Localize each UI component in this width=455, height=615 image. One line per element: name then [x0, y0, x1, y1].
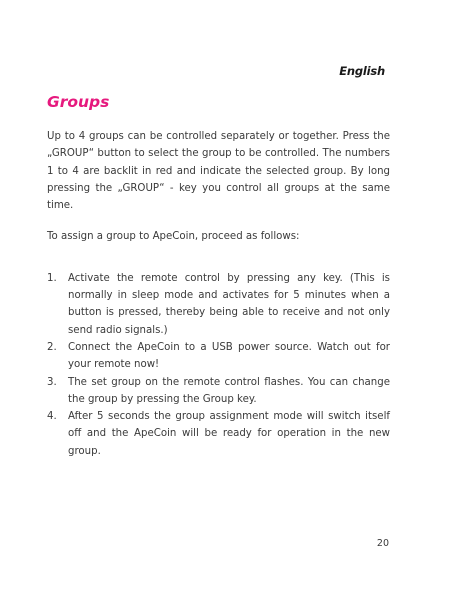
step-number: 2.	[47, 341, 57, 353]
step-text: Activate the remote control by pressing …	[68, 272, 390, 336]
list-item: 4. After 5 seconds the group assignment …	[47, 408, 390, 460]
list-item: 3. The set group on the remote control f…	[47, 374, 390, 409]
section-body: Up to 4 groups can be controlled separat…	[47, 128, 390, 460]
assign-intro-paragraph: To assign a group to ApeCoin, proceed as…	[47, 231, 300, 243]
step-text: After 5 seconds the group assignment mod…	[68, 411, 390, 457]
step-number: 1.	[47, 272, 57, 284]
steps-list: 1. Activate the remote control by pressi…	[47, 270, 390, 460]
step-number: 4.	[47, 411, 57, 423]
list-item: 2. Connect the ApeCoin to a USB power so…	[47, 339, 390, 374]
step-number: 3.	[47, 376, 57, 388]
list-item: 1. Activate the remote control by pressi…	[47, 270, 390, 339]
section-title: Groups	[47, 93, 110, 111]
step-text: Connect the ApeCoin to a USB power sourc…	[68, 341, 390, 371]
intro-paragraph: Up to 4 groups can be controlled separat…	[47, 131, 390, 212]
language-label: English	[339, 64, 385, 78]
step-text: The set group on the remote control flas…	[68, 376, 390, 405]
page-number: 20	[376, 538, 389, 549]
